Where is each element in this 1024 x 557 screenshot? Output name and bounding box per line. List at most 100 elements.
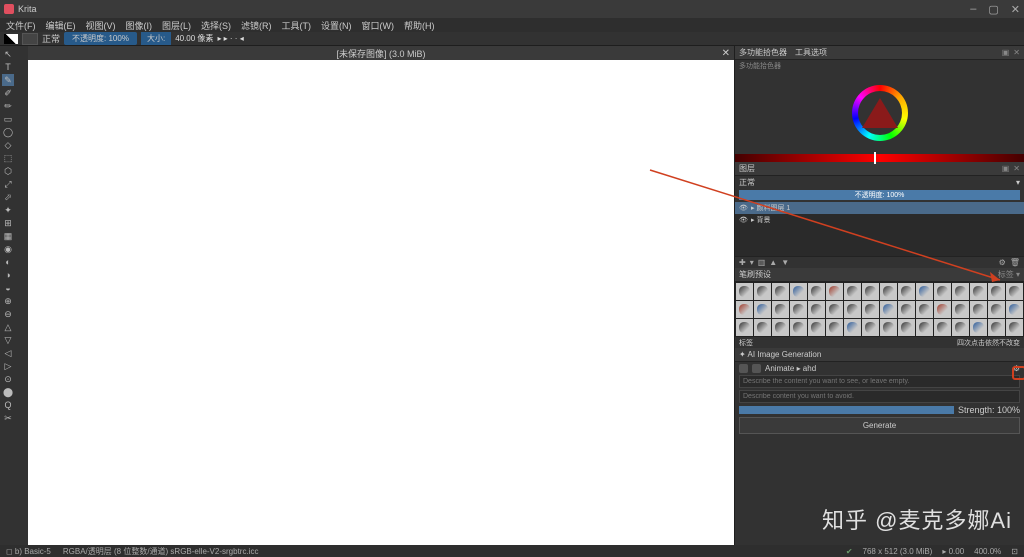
brush-preset[interactable] xyxy=(880,319,897,336)
tool-button[interactable]: ◑ xyxy=(2,269,14,281)
brush-preset[interactable] xyxy=(736,301,753,318)
brush-preset[interactable] xyxy=(826,319,843,336)
duplicate-layer-button[interactable]: ▥ xyxy=(758,258,766,267)
brush-preset[interactable] xyxy=(952,301,969,318)
brush-preset[interactable] xyxy=(862,283,879,300)
tool-button[interactable]: ▽ xyxy=(2,334,14,346)
brush-preset[interactable] xyxy=(790,283,807,300)
size-value[interactable]: 40.00 像素 xyxy=(175,33,213,44)
move-up-button[interactable]: ▲ xyxy=(769,258,777,267)
tool-button[interactable]: ✎ xyxy=(2,74,14,86)
dock-close-icon[interactable]: ✕ xyxy=(1013,48,1020,57)
brush-preset[interactable] xyxy=(772,301,789,318)
layer-opacity-slider[interactable]: 不透明度: 100% xyxy=(739,190,1020,200)
tool-button[interactable]: ▦ xyxy=(2,230,14,242)
brush-preset[interactable] xyxy=(934,301,951,318)
menu-help[interactable]: 帮助(H) xyxy=(400,19,439,32)
visibility-icon[interactable]: 👁 xyxy=(739,216,747,224)
brush-preset[interactable] xyxy=(1006,283,1023,300)
brush-preset[interactable] xyxy=(808,283,825,300)
brush-preset[interactable] xyxy=(1006,319,1023,336)
menu-tools[interactable]: 工具(T) xyxy=(278,19,316,32)
brush-preset[interactable] xyxy=(898,319,915,336)
layer-menu-button[interactable]: ▾ xyxy=(750,258,754,267)
layer-row[interactable]: 👁▸ 颜料图层 1 xyxy=(735,202,1024,214)
brush-preset[interactable] xyxy=(736,283,753,300)
zoom-slider-icon[interactable]: ⊡ xyxy=(1011,547,1018,556)
layer-row[interactable]: 👁▸ 背景 xyxy=(735,214,1024,226)
brush-preset[interactable] xyxy=(988,283,1005,300)
brush-preset[interactable] xyxy=(808,301,825,318)
menu-file[interactable]: 文件(F) xyxy=(2,19,40,32)
brush-preset[interactable] xyxy=(736,319,753,336)
tool-button[interactable]: ◇ xyxy=(2,139,14,151)
brush-preset[interactable] xyxy=(862,319,879,336)
tab-tool-options[interactable]: 工具选项 xyxy=(795,47,827,58)
brush-preset[interactable] xyxy=(880,301,897,318)
menu-image[interactable]: 图像(I) xyxy=(122,19,157,32)
tool-button[interactable]: △ xyxy=(2,321,14,333)
tab-ai-generation[interactable]: ✦ AI Image Generation xyxy=(739,350,821,359)
canvas[interactable] xyxy=(28,60,734,545)
menu-settings[interactable]: 设置(N) xyxy=(317,19,356,32)
opacity-slider[interactable]: 不透明度: 100% xyxy=(64,32,137,45)
delete-layer-button[interactable]: 🗑 xyxy=(1010,258,1020,267)
tool-button[interactable]: ⬀ xyxy=(2,191,14,203)
tool-button[interactable]: ⊞ xyxy=(2,217,14,229)
generate-button[interactable]: Generate xyxy=(739,417,1020,434)
tool-button[interactable]: ⬚ xyxy=(2,152,14,164)
brush-preset[interactable] xyxy=(826,283,843,300)
brush-preset[interactable] xyxy=(952,283,969,300)
add-layer-button[interactable]: ✚ xyxy=(739,258,746,267)
minimize-button[interactable]: – xyxy=(970,3,976,16)
document-tab[interactable]: [未保存图像] (3.0 MiB) ✕ xyxy=(28,46,734,60)
tool-button[interactable]: Q xyxy=(2,399,14,411)
dock-float-icon[interactable]: ▣ xyxy=(1002,164,1010,173)
tab-color-selector[interactable]: 多功能拾色器 xyxy=(739,47,787,58)
brush-preset[interactable] xyxy=(1006,301,1023,318)
tool-button[interactable]: ◁ xyxy=(2,347,14,359)
visibility-icon[interactable]: 👁 xyxy=(739,204,747,212)
tool-button[interactable]: ◉ xyxy=(2,243,14,255)
menu-select[interactable]: 选择(S) xyxy=(197,19,235,32)
tool-button[interactable]: ⤢ xyxy=(2,178,14,190)
brush-preset[interactable] xyxy=(934,283,951,300)
close-button[interactable]: ✕ xyxy=(1011,3,1020,16)
tool-button[interactable]: ✂ xyxy=(2,412,14,424)
tool-button[interactable]: ◒ xyxy=(2,282,14,294)
tool-button[interactable]: ▷ xyxy=(2,360,14,372)
tool-button[interactable]: ◐ xyxy=(2,256,14,268)
tool-button[interactable]: ⊙ xyxy=(2,373,14,385)
tool-button[interactable]: ✐ xyxy=(2,87,14,99)
tool-button[interactable]: ✦ xyxy=(2,204,14,216)
tool-button[interactable]: T xyxy=(2,61,14,73)
hue-slider[interactable] xyxy=(735,154,1024,162)
move-down-button[interactable]: ▼ xyxy=(781,258,789,267)
brush-preset[interactable] xyxy=(772,319,789,336)
status-preset[interactable]: ◻ b) Basic-5 xyxy=(6,547,51,556)
dock-float-icon[interactable]: ▣ xyxy=(1002,48,1010,57)
tool-button[interactable]: ⬤ xyxy=(2,386,14,398)
tag-dropdown[interactable]: 标签 ▾ xyxy=(998,269,1020,280)
tool-button[interactable]: ▭ xyxy=(2,113,14,125)
brush-preset[interactable] xyxy=(916,283,933,300)
prompt-input[interactable] xyxy=(739,375,1020,388)
brush-preset[interactable] xyxy=(844,283,861,300)
brush-preset[interactable] xyxy=(916,319,933,336)
tab-layers[interactable]: 图层 xyxy=(739,163,755,174)
brush-preset[interactable] xyxy=(970,319,987,336)
menu-window[interactable]: 窗口(W) xyxy=(358,19,399,32)
brush-preset[interactable] xyxy=(898,301,915,318)
brush-preset[interactable] xyxy=(970,301,987,318)
menu-view[interactable]: 视图(V) xyxy=(82,19,120,32)
sv-triangle[interactable] xyxy=(862,98,898,128)
status-zoom[interactable]: 400.0% xyxy=(974,547,1001,556)
brush-preset[interactable] xyxy=(970,283,987,300)
brush-preset[interactable] xyxy=(790,301,807,318)
tool-button[interactable]: ↖ xyxy=(2,48,14,60)
status-rotation[interactable]: ▸ 0.00 xyxy=(942,547,964,556)
tool-button[interactable]: ◯ xyxy=(2,126,14,138)
tab-brush-presets[interactable]: 笔刷预设 xyxy=(739,269,771,280)
maximize-button[interactable]: ▢ xyxy=(988,3,998,16)
strength-slider[interactable] xyxy=(739,406,954,414)
